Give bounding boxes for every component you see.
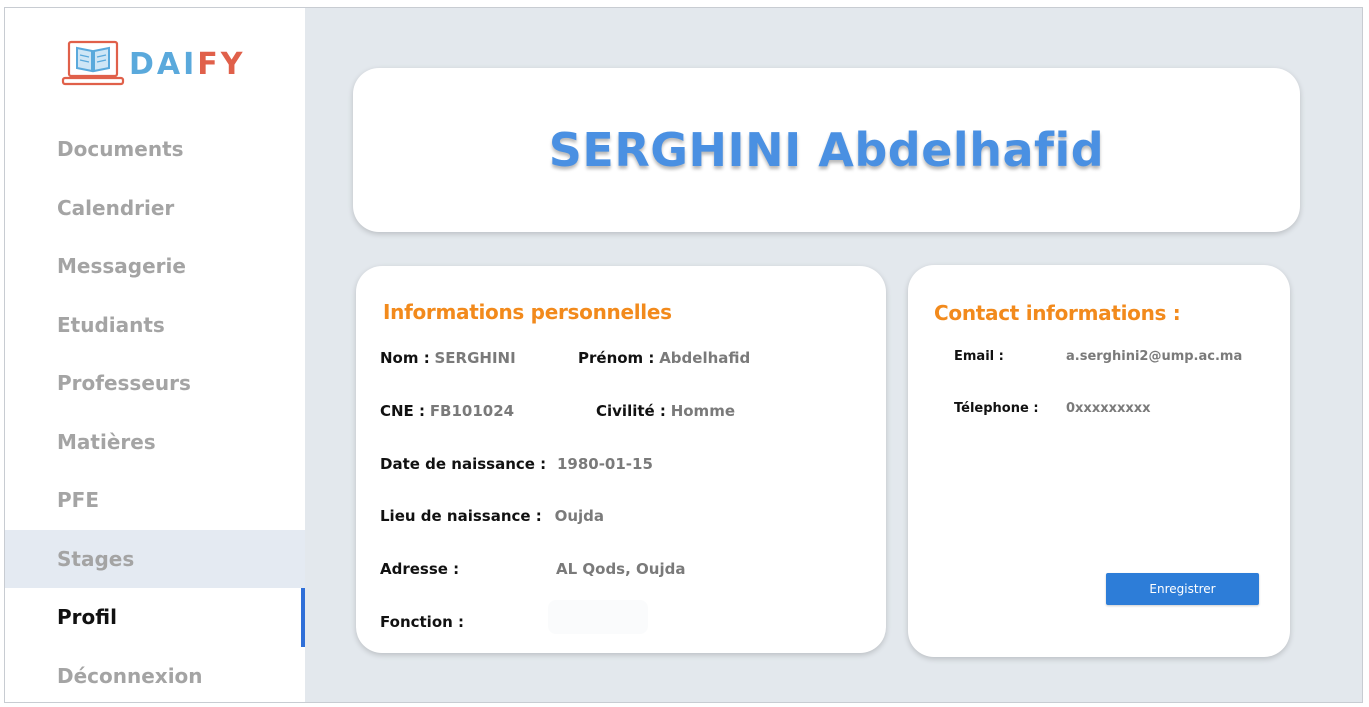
sidebar-item-deconnexion[interactable]: Déconnexion [5, 647, 305, 703]
cne-row: CNE : FB101024 [380, 402, 514, 420]
civilite-value: Homme [670, 402, 735, 420]
contact-info-title: Contact informations : [934, 301, 1181, 325]
adresse-row: Adresse : [380, 560, 459, 578]
civilite-row: Civilité : Homme [596, 402, 735, 420]
fonction-value [548, 600, 648, 634]
cne-label: CNE : [380, 402, 426, 420]
profile-full-name: SERGHINI Abdelhafid [548, 123, 1105, 177]
email-label-wrap: Email : [954, 349, 1004, 364]
tel-value: 0xxxxxxxxx [1066, 401, 1151, 416]
lieu-row: Lieu de naissance : Oujda [380, 507, 604, 525]
naissance-label: Date de naissance : [380, 455, 547, 473]
sidebar-item-matieres[interactable]: Matières [5, 413, 305, 472]
sidebar-item-calendrier[interactable]: Calendrier [5, 179, 305, 238]
nom-value: SERGHINI [434, 349, 516, 367]
lieu-value: Oujda [554, 507, 605, 525]
tel-value-wrap: 0xxxxxxxxx [1066, 401, 1151, 416]
app-frame: DAIFY Documents Calendrier Messagerie Et… [4, 7, 1363, 703]
sidebar-item-messagerie[interactable]: Messagerie [5, 237, 305, 296]
tel-label: Télephone : [954, 401, 1039, 416]
nom-label: Nom : [380, 349, 430, 367]
prenom-label: Prénom : [578, 349, 655, 367]
sidebar-item-profil[interactable]: Profil [5, 588, 305, 647]
tel-label-wrap: Télephone : [954, 401, 1039, 416]
sidebar-item-pfe[interactable]: PFE [5, 471, 305, 530]
nom-row: Nom : SERGHINI [380, 349, 516, 367]
lieu-label: Lieu de naissance : [380, 507, 542, 525]
sidebar-item-professeurs[interactable]: Professeurs [5, 354, 305, 413]
contact-info-card: Contact informations : Email : a.serghin… [908, 265, 1290, 657]
sidebar-item-documents[interactable]: Documents [5, 120, 305, 179]
sidebar-item-etudiants[interactable]: Etudiants [5, 296, 305, 355]
profile-name-card: SERGHINI Abdelhafid [353, 68, 1300, 232]
prenom-row: Prénom : Abdelhafid [578, 349, 750, 367]
email-label: Email : [954, 349, 1004, 364]
email-value: a.serghini2@ump.ac.ma [1066, 349, 1243, 364]
laptop-book-icon [61, 40, 125, 86]
civilite-label: Civilité : [596, 402, 666, 420]
naissance-row: Date de naissance : 1980-01-15 [380, 455, 653, 473]
brand-name: DAIFY [129, 46, 246, 82]
sidebar: DAIFY Documents Calendrier Messagerie Et… [5, 8, 305, 702]
logo[interactable]: DAIFY [61, 36, 246, 92]
personal-info-title: Informations personnelles [383, 300, 672, 324]
cne-value: FB101024 [429, 402, 515, 420]
personal-info-card: Informations personnelles Nom : SERGHINI… [356, 266, 886, 653]
fonction-row: Fonction : [380, 613, 464, 631]
adresse-value-wrap: AL Qods, Oujda [556, 560, 685, 578]
fonction-label: Fonction : [380, 613, 465, 631]
save-button[interactable]: Enregistrer [1106, 573, 1259, 605]
adresse-value: AL Qods, Oujda [556, 560, 686, 578]
sidebar-nav: Documents Calendrier Messagerie Etudiant… [5, 120, 305, 703]
sidebar-item-stages[interactable]: Stages [5, 529, 305, 588]
email-value-wrap: a.serghini2@ump.ac.ma [1066, 349, 1242, 364]
naissance-value: 1980-01-15 [556, 455, 653, 473]
adresse-label: Adresse : [380, 560, 460, 578]
prenom-value: Abdelhafid [659, 349, 751, 367]
